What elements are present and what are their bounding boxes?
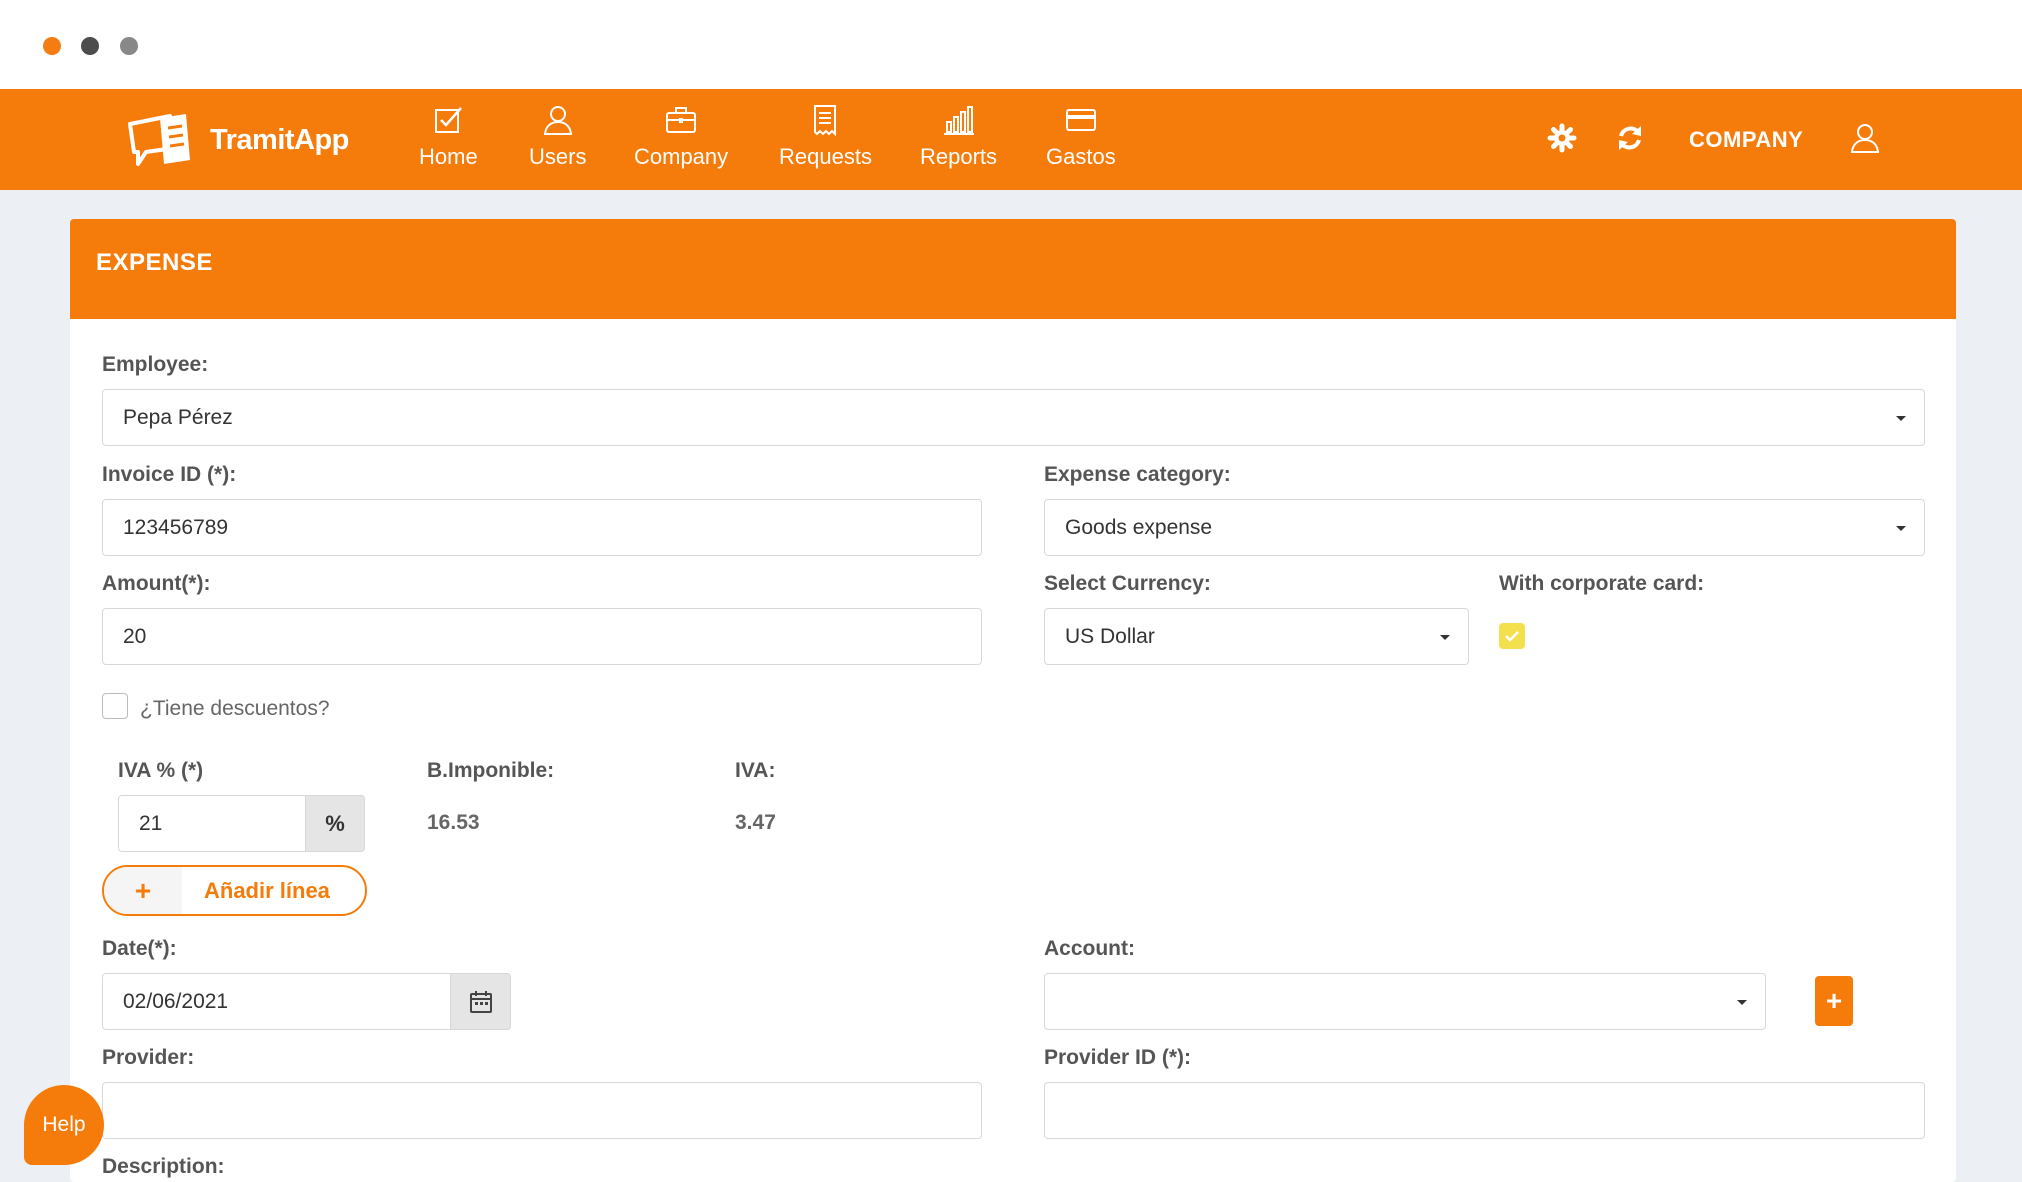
amount-value: 20 — [123, 624, 147, 648]
add-account-button[interactable]: + — [1815, 976, 1853, 1026]
bar-chart-icon — [943, 106, 974, 135]
corporate-card-label: With corporate card: — [1499, 572, 1705, 595]
iva-value: 3.47 — [735, 811, 776, 834]
invoice-id-input[interactable]: 123456789 — [102, 499, 982, 556]
window-chrome — [0, 0, 2022, 89]
calendar-button[interactable] — [450, 973, 511, 1030]
currency-value: US Dollar — [1065, 624, 1155, 648]
date-input[interactable]: 02/06/2021 — [102, 973, 511, 1030]
discounts-checkbox[interactable] — [102, 693, 128, 719]
corporate-card-checkbox[interactable] — [1499, 623, 1525, 649]
expense-category-select[interactable]: Goods expense — [1044, 499, 1925, 556]
briefcase-icon — [666, 107, 697, 133]
employee-select[interactable]: Pepa Pérez — [102, 389, 1925, 446]
employee-value: Pepa Pérez — [123, 405, 233, 429]
panel-header: EXPENSE — [70, 219, 1956, 319]
invoice-id-value: 123456789 — [123, 515, 229, 539]
iva-pct-input[interactable]: 21 % — [118, 795, 365, 852]
provider-id-input[interactable] — [1044, 1082, 1925, 1139]
calendar-icon — [469, 990, 492, 1013]
chevron-down-icon — [1737, 1000, 1747, 1005]
provider-id-label: Provider ID (*): — [1044, 1046, 1192, 1069]
user-icon — [543, 106, 572, 135]
receipt-icon — [814, 105, 837, 137]
nav-item-gastos[interactable]: Gastos — [1046, 103, 1116, 170]
account-select[interactable] — [1044, 973, 1766, 1030]
expense-category-value: Goods expense — [1065, 515, 1213, 539]
checkmark-icon — [1505, 631, 1519, 642]
invoice-id-label: Invoice ID (*): — [102, 463, 237, 486]
description-label: Description: — [102, 1155, 225, 1178]
window-close-dot[interactable] — [43, 37, 61, 55]
date-value: 02/06/2021 — [123, 989, 229, 1013]
iva-pct-label: IVA % (*) — [118, 759, 204, 782]
expense-panel: EXPENSE Employee: Pepa Pérez Invoice ID … — [70, 219, 1956, 1182]
chevron-down-icon — [1896, 416, 1906, 421]
add-line-button[interactable]: + Añadir línea — [102, 865, 367, 916]
credit-card-icon — [1065, 109, 1096, 131]
amount-input[interactable]: 20 — [102, 608, 982, 665]
chat-bubble-logo-icon — [128, 114, 190, 166]
currency-label: Select Currency: — [1044, 572, 1211, 595]
nav-item-requests[interactable]: Requests — [779, 103, 872, 170]
date-label: Date(*): — [102, 937, 177, 960]
iva-label: IVA: — [735, 759, 776, 782]
provider-input[interactable] — [102, 1082, 982, 1139]
nav-item-home[interactable]: Home — [419, 103, 478, 170]
brand-logo[interactable]: TramitApp — [124, 109, 349, 171]
chevron-down-icon — [1440, 635, 1450, 640]
iva-pct-value: 21 — [139, 811, 163, 835]
chevron-down-icon — [1896, 526, 1906, 531]
window-maximize-dot[interactable] — [120, 37, 138, 55]
refresh-icon[interactable] — [1614, 122, 1646, 154]
expense-category-label: Expense category: — [1044, 463, 1231, 486]
percent-addon: % — [305, 795, 365, 852]
employee-label: Employee: — [102, 353, 209, 376]
help-button[interactable]: Help — [24, 1085, 104, 1165]
brand-name: TramitApp — [210, 123, 349, 156]
nav-item-users[interactable]: Users — [529, 103, 586, 170]
top-navbar: TramitApp Home Users Company Requests Re… — [0, 89, 2022, 190]
check-square-icon — [435, 107, 463, 133]
add-line-label: Añadir línea — [204, 877, 330, 903]
window-minimize-dot[interactable] — [81, 37, 99, 55]
base-imponible-value: 16.53 — [427, 811, 480, 834]
nav-item-reports[interactable]: Reports — [920, 103, 997, 170]
amount-label: Amount(*): — [102, 572, 211, 595]
company-menu-link[interactable]: COMPANY — [1689, 127, 1803, 153]
panel-title: EXPENSE — [96, 249, 213, 276]
plus-icon: + — [1825, 985, 1843, 1016]
nav-item-company[interactable]: Company — [634, 103, 728, 170]
help-label: Help — [42, 1113, 86, 1136]
discounts-label[interactable]: ¿Tiene descuentos? — [140, 697, 330, 721]
base-imponible-label: B.Imponible: — [427, 759, 555, 782]
currency-select[interactable]: US Dollar — [1044, 608, 1469, 665]
gear-icon[interactable] — [1546, 122, 1578, 154]
provider-label: Provider: — [102, 1046, 195, 1069]
account-label: Account: — [1044, 937, 1135, 960]
user-profile-icon[interactable] — [1849, 122, 1881, 154]
plus-icon: + — [104, 867, 182, 914]
